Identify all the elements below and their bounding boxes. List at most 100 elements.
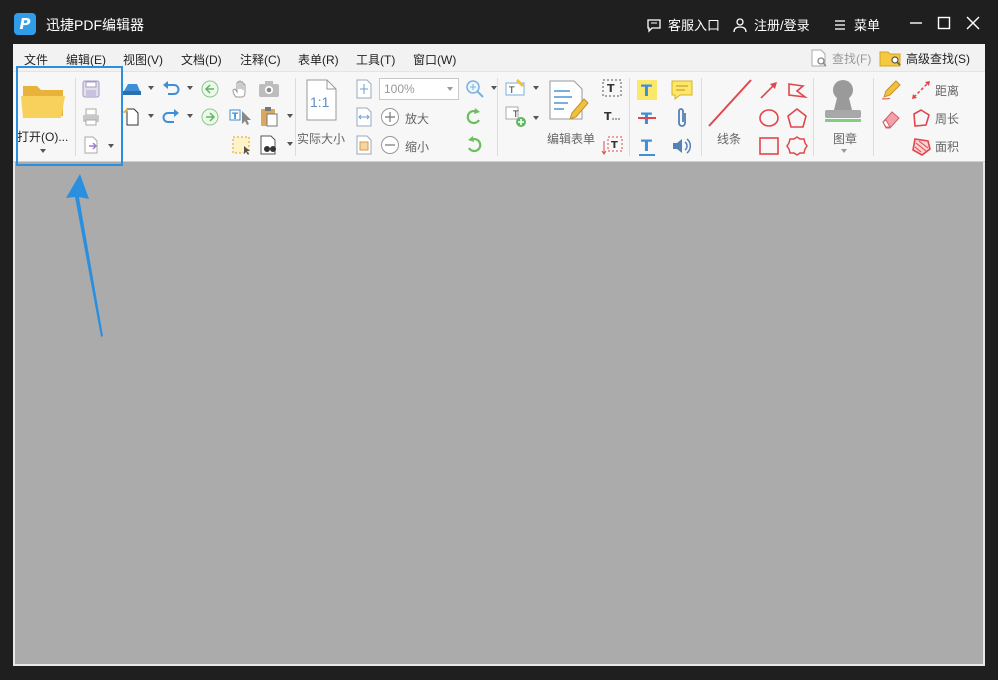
undo-icon	[163, 81, 180, 95]
line-tool-button[interactable]	[707, 78, 753, 128]
menu-window[interactable]: 窗口(W)	[413, 51, 456, 68]
redo-dropdown-icon[interactable]	[187, 114, 193, 118]
customer-service-button[interactable]: 客服入口	[646, 15, 720, 34]
cloud-tool-button[interactable]	[785, 134, 809, 158]
add-form-dropdown-icon[interactable]	[533, 116, 539, 120]
note-button[interactable]	[669, 78, 695, 102]
redo-icon	[162, 109, 179, 123]
marquee-select-button[interactable]	[229, 134, 253, 156]
typewriter-button[interactable]: T	[599, 76, 625, 100]
user-icon	[733, 17, 747, 32]
separator	[497, 78, 498, 156]
back-circle-icon	[201, 80, 219, 98]
polyline-tool-button[interactable]	[785, 78, 809, 102]
rotate-right-icon	[468, 136, 482, 153]
maximize-button[interactable]	[934, 13, 954, 33]
polygon-tool-button[interactable]	[785, 106, 809, 130]
zoom-in-button[interactable]	[379, 106, 401, 128]
next-view-button[interactable]	[199, 106, 221, 128]
underline-button[interactable]: T	[635, 134, 659, 158]
stamp-button[interactable]	[819, 76, 867, 124]
rectangle-icon	[759, 137, 779, 155]
menu-form[interactable]: 表单(R)	[298, 51, 339, 68]
scanner-icon	[123, 84, 141, 95]
stamp-dropdown-icon[interactable]	[841, 149, 847, 153]
sound-button[interactable]	[669, 134, 695, 158]
text-move-icon: T	[601, 136, 623, 155]
close-icon	[966, 16, 980, 30]
advanced-find-button[interactable]: 高级查找(S)	[879, 48, 970, 68]
zoom-dropdown-icon[interactable]	[447, 87, 453, 91]
new-document-dropdown-icon[interactable]	[148, 114, 154, 118]
area-tool-button[interactable]	[909, 134, 933, 158]
previous-view-button[interactable]	[199, 78, 221, 100]
main-menu-button[interactable]: 菜单	[832, 15, 880, 34]
ellipse-icon	[759, 109, 779, 127]
text-field-form-button[interactable]: T	[503, 76, 529, 100]
register-login-label: 注册/登录	[754, 18, 810, 33]
highlight-text-button[interactable]: T	[635, 78, 659, 102]
new-document-button[interactable]	[121, 106, 143, 128]
distance-tool-button[interactable]	[909, 78, 933, 102]
document-viewport[interactable]	[13, 162, 985, 666]
menu-comment[interactable]: 注释(C)	[240, 51, 281, 68]
zoom-out-button[interactable]	[379, 134, 401, 156]
scan-button[interactable]	[121, 78, 143, 100]
separator	[701, 78, 702, 156]
minimize-button[interactable]	[906, 13, 926, 33]
form-field-icon: T	[505, 79, 525, 96]
text-move-button[interactable]: T	[599, 132, 625, 158]
strikethrough-button[interactable]: T	[635, 106, 659, 130]
eraser-icon	[882, 111, 900, 129]
menu-document[interactable]: 文档(D)	[181, 51, 222, 68]
select-text-button[interactable]: T	[229, 106, 253, 128]
menu-tools[interactable]: 工具(T)	[356, 51, 395, 68]
add-form-icon: T	[505, 106, 526, 127]
area-label: 面积	[935, 140, 960, 154]
redo-button[interactable]	[160, 106, 182, 128]
eraser-tool-button[interactable]	[879, 106, 903, 130]
fit-page-button[interactable]	[353, 78, 375, 100]
svg-text:T: T	[604, 110, 612, 123]
ellipse-tool-button[interactable]	[757, 106, 781, 130]
undo-button[interactable]	[160, 78, 182, 100]
svg-text:T: T	[641, 81, 652, 100]
pencil-tool-button[interactable]	[879, 78, 903, 102]
hand-tool-button[interactable]	[229, 78, 251, 100]
fit-width-icon	[356, 107, 372, 127]
speaker-icon	[673, 138, 692, 154]
camera-icon	[259, 81, 279, 97]
attach-file-button[interactable]	[669, 106, 695, 130]
undo-dropdown-icon[interactable]	[187, 86, 193, 90]
perimeter-tool-button[interactable]	[909, 106, 933, 130]
arrow-icon	[760, 82, 777, 99]
rotate-left-button[interactable]	[463, 106, 485, 128]
close-button[interactable]	[963, 13, 983, 33]
advanced-find-label: 高级查找(S)	[906, 51, 970, 66]
register-login-button[interactable]: 注册/登录	[732, 15, 810, 34]
scan-dropdown-icon[interactable]	[148, 86, 154, 90]
fit-visible-button[interactable]	[353, 134, 375, 156]
page-find-dropdown-icon[interactable]	[287, 142, 293, 146]
form-field-dropdown-icon[interactable]	[533, 86, 539, 90]
pencil-icon	[881, 80, 901, 100]
separator	[295, 78, 296, 156]
paste-dropdown-icon[interactable]	[287, 114, 293, 118]
rectangle-tool-button[interactable]	[757, 134, 781, 158]
callout-button[interactable]: T	[599, 104, 625, 128]
arrow-tool-button[interactable]	[757, 78, 781, 102]
actual-size-label: 实际大小	[297, 132, 346, 146]
paste-button[interactable]	[257, 106, 281, 128]
add-form-field-button[interactable]: T	[503, 104, 529, 130]
app-window: P 迅捷PDF编辑器 客服入口 注册/登录 菜单 文件 编辑(E) 视图(V) …	[0, 0, 998, 680]
page-find-button[interactable]	[257, 134, 281, 156]
rotate-right-button[interactable]	[463, 134, 485, 156]
fit-width-button[interactable]	[353, 106, 375, 128]
menu-view[interactable]: 视图(V)	[123, 51, 163, 68]
snapshot-button[interactable]	[257, 78, 281, 100]
magnifier-button[interactable]	[463, 78, 487, 100]
magnifier-icon	[466, 80, 484, 98]
toolbar-ribbon: 打开(O)... T 1:1 实际大小 100% 放大 缩小 T T 编辑表单 …	[13, 72, 985, 162]
edit-form-button[interactable]	[545, 78, 591, 122]
find-button[interactable]: 查找(F)	[809, 48, 871, 68]
